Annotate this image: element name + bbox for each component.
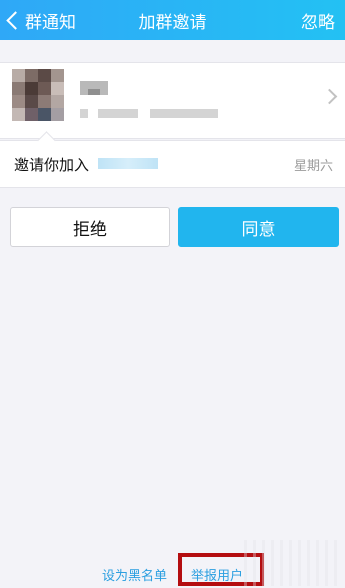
group-name-redacted (98, 158, 158, 169)
ignore-button[interactable]: 忽略 (301, 0, 335, 40)
invite-timestamp: 星期六 (293, 158, 333, 174)
inviter-detail-redacted (80, 109, 88, 118)
chevron-right-icon (321, 88, 338, 105)
navigation-bar: 群通知 加群邀请 忽略 (0, 0, 345, 40)
inviter-detail-redacted (98, 109, 138, 118)
inviter-detail-redacted (150, 109, 218, 118)
invite-message: 邀请你加入 (14, 155, 90, 174)
reject-button[interactable]: 拒绝 (10, 207, 170, 247)
accept-button[interactable]: 同意 (178, 207, 339, 247)
watermark (238, 540, 338, 586)
inviter-profile-card[interactable] (0, 62, 345, 139)
inviter-name-redacted (80, 81, 108, 95)
invite-message-row: 邀请你加入 星期六 (0, 140, 345, 188)
add-to-blacklist-link[interactable]: 设为黑名单 (102, 565, 167, 584)
avatar (12, 69, 64, 121)
page-title: 加群邀请 (138, 12, 207, 33)
